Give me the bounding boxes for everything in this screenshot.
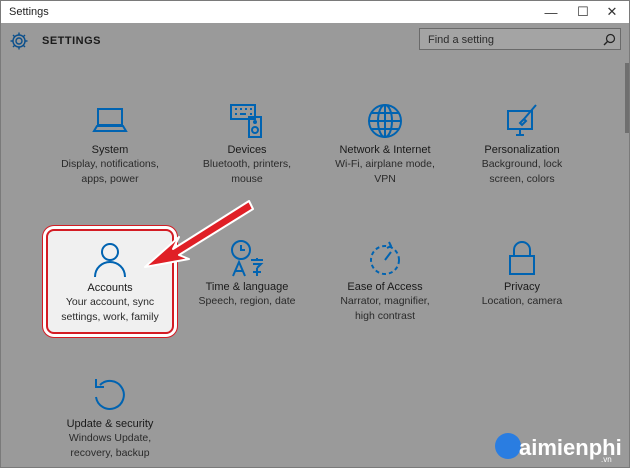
watermark-logo-icon [495,433,521,459]
tile-label: Network & Internet [339,144,431,156]
tile-desc: Display, notifications, [61,158,159,170]
search-input[interactable] [426,31,600,49]
title-bar[interactable]: Settings — ☐ ✕ [1,1,629,23]
tile-desc: mouse [231,173,263,185]
tile-label: Accounts [87,282,133,294]
tile-desc: high contrast [354,310,416,322]
tile-desc: VPN [374,173,396,185]
tile-desc: settings, work, family [61,311,159,323]
window-title: Settings [9,6,49,18]
tile-update-security[interactable]: Update & security Windows Update, recove… [46,375,174,460]
annotation-arrow-icon [144,200,254,268]
ease-of-access-icon [370,241,400,275]
scrollbar[interactable] [625,63,629,133]
tile-label: Devices [227,144,267,156]
page-title: SETTINGS [42,35,102,47]
globe-icon [368,104,402,138]
gear-icon [10,32,28,50]
search-icon[interactable] [603,33,616,46]
tile-desc: Location, camera [481,295,563,307]
settings-window: Settings — ☐ ✕ SETTINGS Find a setting S… [0,0,630,468]
paint-monitor-icon [507,104,537,136]
tile-desc: apps, power [81,173,139,185]
tile-label: Privacy [503,281,541,293]
keyboard-speaker-icon [230,104,262,138]
tile-personalization[interactable]: Personalization Background, lock screen,… [458,101,586,186]
tile-desc: recovery, backup [70,447,150,459]
tile-label: Time & language [205,281,289,293]
tile-desc: screen, colors [489,173,555,185]
tile-desc: Bluetooth, printers, [202,158,292,170]
search-box[interactable] [419,28,621,50]
tile-desc: Background, lock [481,158,563,170]
laptop-icon [92,108,128,132]
refresh-icon [95,379,125,410]
user-icon [94,243,126,278]
tile-desc: Speech, region, date [198,295,296,307]
tile-privacy[interactable]: Privacy Location, camera [458,238,586,308]
lock-icon [509,241,535,275]
tile-desc: Narrator, magnifier, [340,295,430,307]
close-button[interactable]: ✕ [595,1,629,23]
watermark-tld: .vn [601,455,612,464]
watermark: aimienphi .vn [489,429,625,465]
tile-label: Personalization [484,144,560,156]
tile-desc: Your account, sync [65,296,155,308]
tile-label: Update & security [66,418,154,430]
tile-system[interactable]: System Display, notifications, apps, pow… [46,101,174,186]
tile-ease-of-access[interactable]: Ease of Access Narrator, magnifier, high… [321,238,449,323]
tile-desc: Wi-Fi, airplane mode, [335,158,435,170]
settings-header: SETTINGS [1,23,629,63]
tile-label: System [91,144,129,156]
tile-network[interactable]: Network & Internet Wi-Fi, airplane mode,… [321,101,449,186]
tile-devices[interactable]: Devices Bluetooth, printers, mouse [183,101,311,186]
minimize-button[interactable]: — [534,1,568,23]
tile-label: Ease of Access [347,281,423,293]
tile-desc: Windows Update, [68,432,152,444]
